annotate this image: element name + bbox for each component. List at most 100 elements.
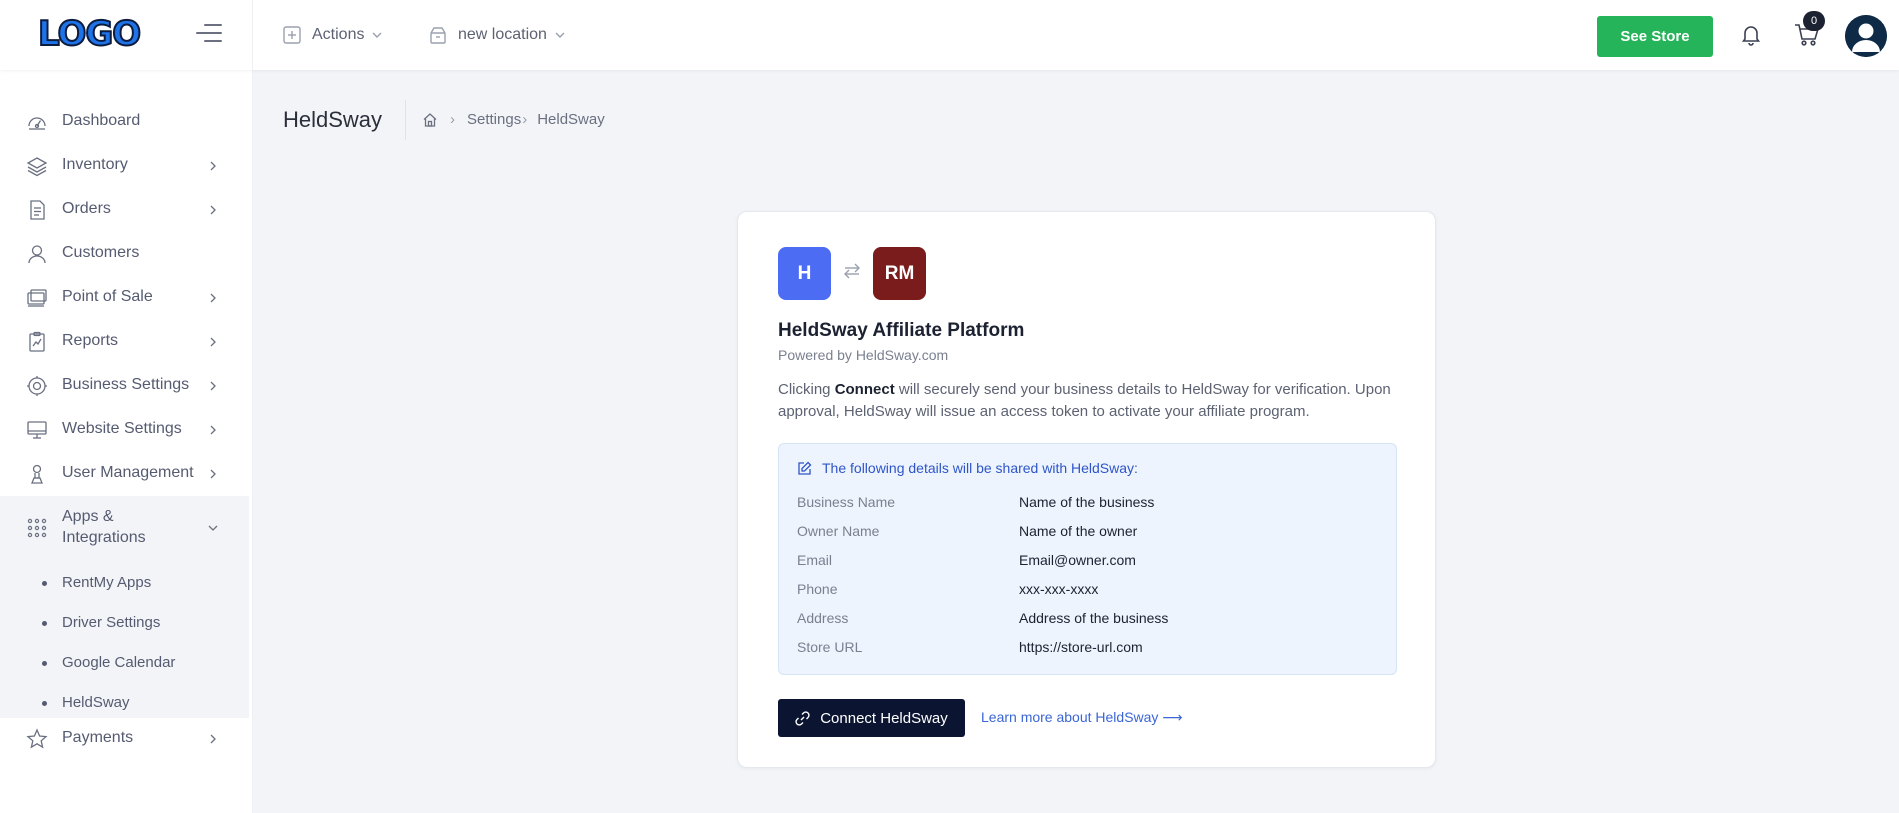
heldsway-logo: H xyxy=(778,247,831,300)
report-icon xyxy=(29,331,45,352)
card-title: HeldSway Affiliate Platform xyxy=(778,320,1025,341)
detail-value: https://store-url.com xyxy=(1019,639,1143,655)
breadcrumb-separator: › xyxy=(450,111,455,128)
sidebar-subitem-label: Driver Settings xyxy=(62,614,161,631)
sidebar-subitem-label: Google Calendar xyxy=(62,654,176,671)
sidebar-item-reports[interactable]: Reports xyxy=(0,321,249,361)
top-header: LOGO Actions new location See Store 0 xyxy=(0,0,1899,70)
layers-icon xyxy=(26,157,48,177)
star-icon xyxy=(26,728,48,749)
sidebar-subitem-label: RentMy Apps xyxy=(62,574,152,591)
chevron-right-icon xyxy=(210,469,216,479)
detail-key: Address xyxy=(797,610,849,626)
detail-row: Owner Name Name of the owner xyxy=(797,523,1387,545)
detail-value: Email@owner.com xyxy=(1019,552,1136,568)
bullet-dot xyxy=(42,661,47,666)
sidebar-item-label: Payments xyxy=(62,729,134,746)
sidebar-subitem-rentmy-apps[interactable]: RentMy Apps xyxy=(0,566,249,600)
actions-menu[interactable]: Actions xyxy=(282,21,382,49)
sidebar-item-label: Point of Sale xyxy=(62,288,153,305)
edit-icon xyxy=(798,461,812,475)
sidebar-subitem-driver-settings[interactable]: Driver Settings xyxy=(0,606,249,640)
chevron-right-icon xyxy=(210,425,216,435)
card-description: Clicking Connect will securely send your… xyxy=(778,381,1391,420)
chevron-right-icon xyxy=(210,381,216,391)
detail-value: xxx-xxx-xxxx xyxy=(1019,581,1099,597)
card-subtitle: Powered by HeldSway.com xyxy=(778,347,949,363)
bell-icon[interactable] xyxy=(1741,24,1761,46)
chevron-right-icon xyxy=(210,161,216,171)
document-icon xyxy=(30,200,45,220)
see-store-button[interactable]: See Store xyxy=(1597,16,1713,57)
location-label: new location xyxy=(458,26,547,43)
bullet-dot xyxy=(42,701,47,706)
detail-key: Phone xyxy=(797,581,838,597)
chevron-right-icon xyxy=(210,337,216,347)
detail-row: Email Email@owner.com xyxy=(797,552,1387,574)
sidebar-item-customers[interactable]: Customers xyxy=(0,233,249,273)
sidebar-item-apps-integrations[interactable]: Apps & Integrations xyxy=(0,496,249,560)
detail-row: Address Address of the business xyxy=(797,610,1387,632)
hamburger-menu-icon[interactable] xyxy=(196,24,222,46)
logo[interactable]: LOGO xyxy=(37,13,142,55)
rentmy-logo: RM xyxy=(873,247,926,300)
apps-integrations-group: Apps & Integrations RentMy Apps Driver S… xyxy=(0,496,249,718)
divider xyxy=(405,100,406,140)
connect-heldsway-button[interactable]: Connect HeldSway xyxy=(778,699,965,737)
sidebar: Dashboard Inventory Orders Customers Poi… xyxy=(0,70,253,813)
plus-square-icon xyxy=(283,26,301,44)
sidebar-item-label: Business Settings xyxy=(62,376,190,393)
pos-icon xyxy=(27,289,47,307)
cart-count-badge: 0 xyxy=(1803,11,1825,31)
chevron-right-icon xyxy=(210,293,216,303)
user-avatar-icon xyxy=(1845,15,1887,57)
apps-grid-icon xyxy=(27,518,47,538)
sidebar-item-label: Inventory xyxy=(62,156,128,173)
dashboard-icon xyxy=(28,117,46,130)
chevron-down-icon xyxy=(208,525,218,531)
home-icon[interactable] xyxy=(422,112,438,128)
heldsway-connect-card: H RM HeldSway Affiliate Platform Powered… xyxy=(737,211,1436,768)
detail-key: Store URL xyxy=(797,639,863,655)
sidebar-item-user-management[interactable]: User Management xyxy=(0,453,249,493)
detail-row: Phone xxx-xxx-xxxx xyxy=(797,581,1387,603)
user-manage-icon xyxy=(31,464,43,484)
gear-icon xyxy=(27,376,47,396)
avatar[interactable] xyxy=(1845,15,1887,57)
detail-row: Store URL https://store-url.com xyxy=(797,639,1387,661)
sidebar-item-business-settings[interactable]: Business Settings xyxy=(0,365,249,405)
detail-key: Email xyxy=(797,552,833,568)
breadcrumb-current: HeldSway xyxy=(537,111,605,128)
detail-value: Name of the owner xyxy=(1019,523,1138,539)
sidebar-item-inventory[interactable]: Inventory xyxy=(0,145,249,185)
sidebar-item-website-settings[interactable]: Website Settings xyxy=(0,409,249,449)
sidebar-item-label: Customers xyxy=(62,244,140,261)
bullet-dot xyxy=(42,621,47,626)
monitor-icon xyxy=(27,421,47,439)
breadcrumb-separator: › xyxy=(522,111,528,128)
actions-label: Actions xyxy=(312,26,365,43)
chevron-down-icon xyxy=(555,32,565,38)
sidebar-subitem-google-calendar[interactable]: Google Calendar xyxy=(0,646,249,680)
sidebar-item-dashboard[interactable]: Dashboard xyxy=(0,101,249,141)
chevron-down-icon xyxy=(372,32,382,38)
sidebar-item-point-of-sale[interactable]: Point of Sale xyxy=(0,277,249,317)
sidebar-subitem-label: HeldSway xyxy=(62,694,130,711)
shared-details-box: The following details will be shared wit… xyxy=(778,443,1397,675)
breadcrumb-settings[interactable]: Settings xyxy=(467,111,521,128)
learn-more-link[interactable]: Learn more about HeldSway ⟶ xyxy=(981,709,1182,726)
chevron-right-icon xyxy=(210,205,216,215)
store-box-icon xyxy=(430,27,446,44)
location-menu[interactable]: new location xyxy=(428,21,565,49)
logo-area: LOGO xyxy=(0,0,253,70)
sidebar-subitem-heldsway[interactable]: HeldSway xyxy=(0,686,249,720)
connect-emphasis: Connect xyxy=(834,381,895,398)
page-title: HeldSway xyxy=(283,107,383,132)
sidebar-item-label: Reports xyxy=(62,332,119,349)
details-heading: The following details will be shared wit… xyxy=(797,460,1138,476)
sidebar-item-orders[interactable]: Orders xyxy=(0,189,249,229)
detail-row: Business Name Name of the business xyxy=(797,494,1387,516)
sidebar-item-label: Dashboard xyxy=(62,112,141,129)
sidebar-item-payments[interactable]: Payments xyxy=(0,718,249,758)
sidebar-item-label: User Management xyxy=(62,464,194,481)
